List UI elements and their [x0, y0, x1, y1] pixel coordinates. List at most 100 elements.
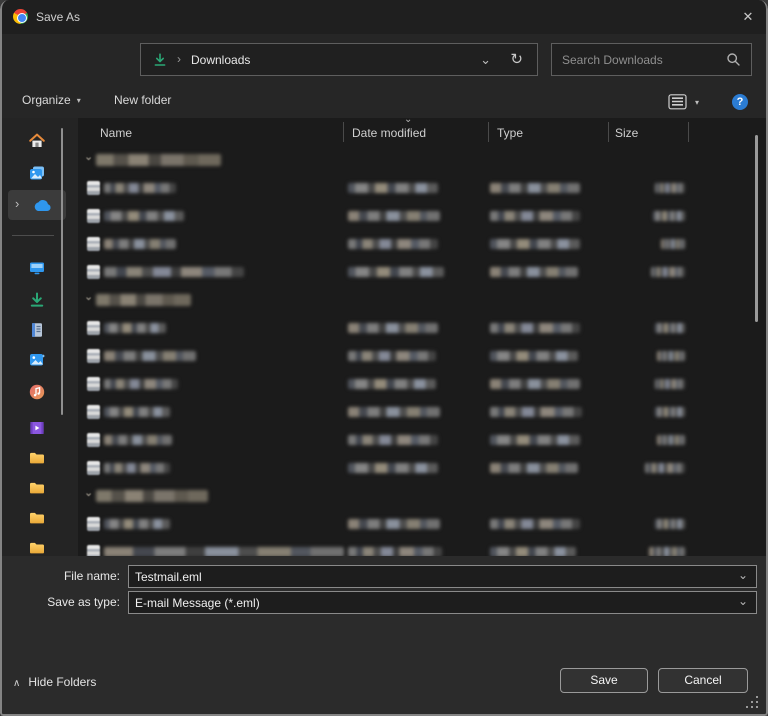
address-bar[interactable]: › Downloads ⌄ ↻	[140, 43, 538, 76]
sidebar-item-pictures[interactable]	[8, 345, 66, 375]
file-row[interactable]	[78, 342, 768, 370]
save-button[interactable]: Save	[560, 668, 648, 693]
chevron-up-icon: ∧	[13, 678, 20, 689]
group-collapse-icon[interactable]: ⌄	[84, 290, 93, 303]
file-row[interactable]	[78, 230, 768, 258]
file-row[interactable]	[78, 174, 768, 202]
file-icon	[87, 321, 100, 335]
sidebar-item-folder[interactable]	[8, 473, 66, 503]
title-bar: Save As ✕	[0, 0, 768, 34]
save-as-dialog: Save As ✕ ← → ⌄ ↑ › Downloads ⌄ ↻ Search…	[0, 0, 768, 716]
file-name-redacted	[104, 463, 170, 473]
sidebar-item-folder[interactable]	[8, 443, 66, 473]
breadcrumb-chevron-icon: ›	[177, 52, 181, 66]
file-icon	[87, 265, 100, 279]
file-name-redacted	[104, 351, 196, 361]
help-icon[interactable]: ?	[732, 94, 748, 110]
file-row[interactable]	[78, 510, 768, 538]
file-name-value: Testmail.eml	[135, 570, 202, 584]
group-header-row[interactable]: ⌄	[78, 482, 768, 510]
file-row[interactable]	[78, 202, 768, 230]
organize-label: Organize	[22, 93, 71, 107]
size-redacted	[655, 323, 685, 333]
hide-folders-button[interactable]: ∧Hide Folders	[13, 675, 96, 689]
sidebar-item-music[interactable]	[8, 377, 66, 407]
file-icon	[87, 545, 100, 556]
organize-button[interactable]: Organize▾	[22, 93, 81, 107]
group-collapse-icon[interactable]: ⌄	[84, 486, 93, 499]
file-row[interactable]	[78, 370, 768, 398]
column-date-modified[interactable]: Date modified	[352, 126, 426, 140]
type-redacted	[490, 407, 582, 417]
file-icon	[87, 209, 100, 223]
file-icon	[87, 433, 100, 447]
expand-chevron-icon[interactable]: ›	[15, 196, 19, 211]
resize-grip[interactable]	[746, 696, 760, 710]
file-icon	[87, 461, 100, 475]
column-separator[interactable]	[488, 122, 489, 142]
sidebar-item-onedrive[interactable]: ›	[8, 190, 66, 220]
date-modified-redacted	[348, 379, 436, 389]
sidebar-item-videos[interactable]	[8, 413, 66, 443]
size-redacted	[655, 519, 685, 529]
search-box[interactable]: Search Downloads	[551, 43, 752, 76]
address-dropdown-icon[interactable]: ⌄	[480, 52, 491, 68]
column-type[interactable]: Type	[497, 126, 523, 140]
sidebar-item-home[interactable]	[8, 126, 66, 156]
file-name-redacted	[104, 435, 172, 445]
file-row[interactable]	[78, 538, 768, 556]
sidebar-item-gallery[interactable]	[8, 158, 66, 188]
sidebar-item-folder[interactable]	[8, 533, 66, 556]
folder-icon	[28, 449, 46, 467]
group-collapse-icon[interactable]: ⌄	[84, 150, 93, 163]
size-redacted	[655, 183, 685, 193]
list-scrollbar[interactable]	[755, 135, 758, 322]
desktop-icon	[28, 259, 46, 277]
sidebar-item-documents[interactable]	[8, 315, 66, 345]
refresh-icon[interactable]: ↻	[510, 50, 523, 68]
file-row[interactable]	[78, 314, 768, 342]
file-row[interactable]	[78, 454, 768, 482]
chevron-down-icon[interactable]: ⌄	[738, 594, 748, 608]
date-modified-redacted	[348, 463, 438, 473]
save-as-type-select[interactable]: E-mail Message (*.eml) ⌄	[128, 591, 757, 614]
file-row[interactable]	[78, 258, 768, 286]
column-separator[interactable]	[688, 122, 689, 142]
sidebar-item-desktop[interactable]	[8, 253, 66, 283]
folder-icon	[28, 539, 46, 556]
folder-icon	[28, 479, 46, 497]
type-redacted	[490, 211, 580, 221]
file-icon	[87, 349, 100, 363]
type-redacted	[490, 463, 578, 473]
sidebar-item-folder[interactable]	[8, 503, 66, 533]
music-icon	[28, 383, 46, 401]
type-redacted	[490, 323, 580, 333]
main-area: ›	[0, 118, 768, 556]
column-separator[interactable]	[343, 122, 344, 142]
close-icon[interactable]: ✕	[735, 7, 761, 27]
sidebar-scrollbar[interactable]	[61, 128, 63, 415]
type-redacted	[490, 435, 580, 445]
pictures-icon	[28, 351, 46, 369]
file-name-redacted	[104, 519, 170, 529]
file-icon	[87, 517, 100, 531]
column-size[interactable]: Size	[615, 126, 638, 140]
date-modified-redacted	[348, 239, 438, 249]
date-modified-redacted	[348, 267, 444, 277]
view-mode-icon[interactable]	[668, 94, 688, 110]
new-folder-button[interactable]: New folder	[114, 93, 171, 107]
breadcrumb-location[interactable]: Downloads	[191, 53, 250, 67]
cancel-button[interactable]: Cancel	[658, 668, 748, 693]
chevron-down-icon[interactable]: ⌄	[738, 568, 748, 582]
sidebar-item-downloads[interactable]	[8, 285, 66, 315]
file-row[interactable]	[78, 426, 768, 454]
group-header-row[interactable]: ⌄	[78, 286, 768, 314]
group-header-row[interactable]: ⌄	[78, 146, 768, 174]
column-name[interactable]: Name	[100, 126, 132, 140]
command-bar: Organize▾ New folder ▾ ?	[0, 86, 768, 118]
file-row[interactable]	[78, 398, 768, 426]
view-mode-caret-icon[interactable]: ▾	[695, 98, 699, 107]
column-separator[interactable]	[608, 122, 609, 142]
file-name-input[interactable]: Testmail.eml ⌄	[128, 565, 757, 588]
date-modified-redacted	[348, 183, 438, 193]
